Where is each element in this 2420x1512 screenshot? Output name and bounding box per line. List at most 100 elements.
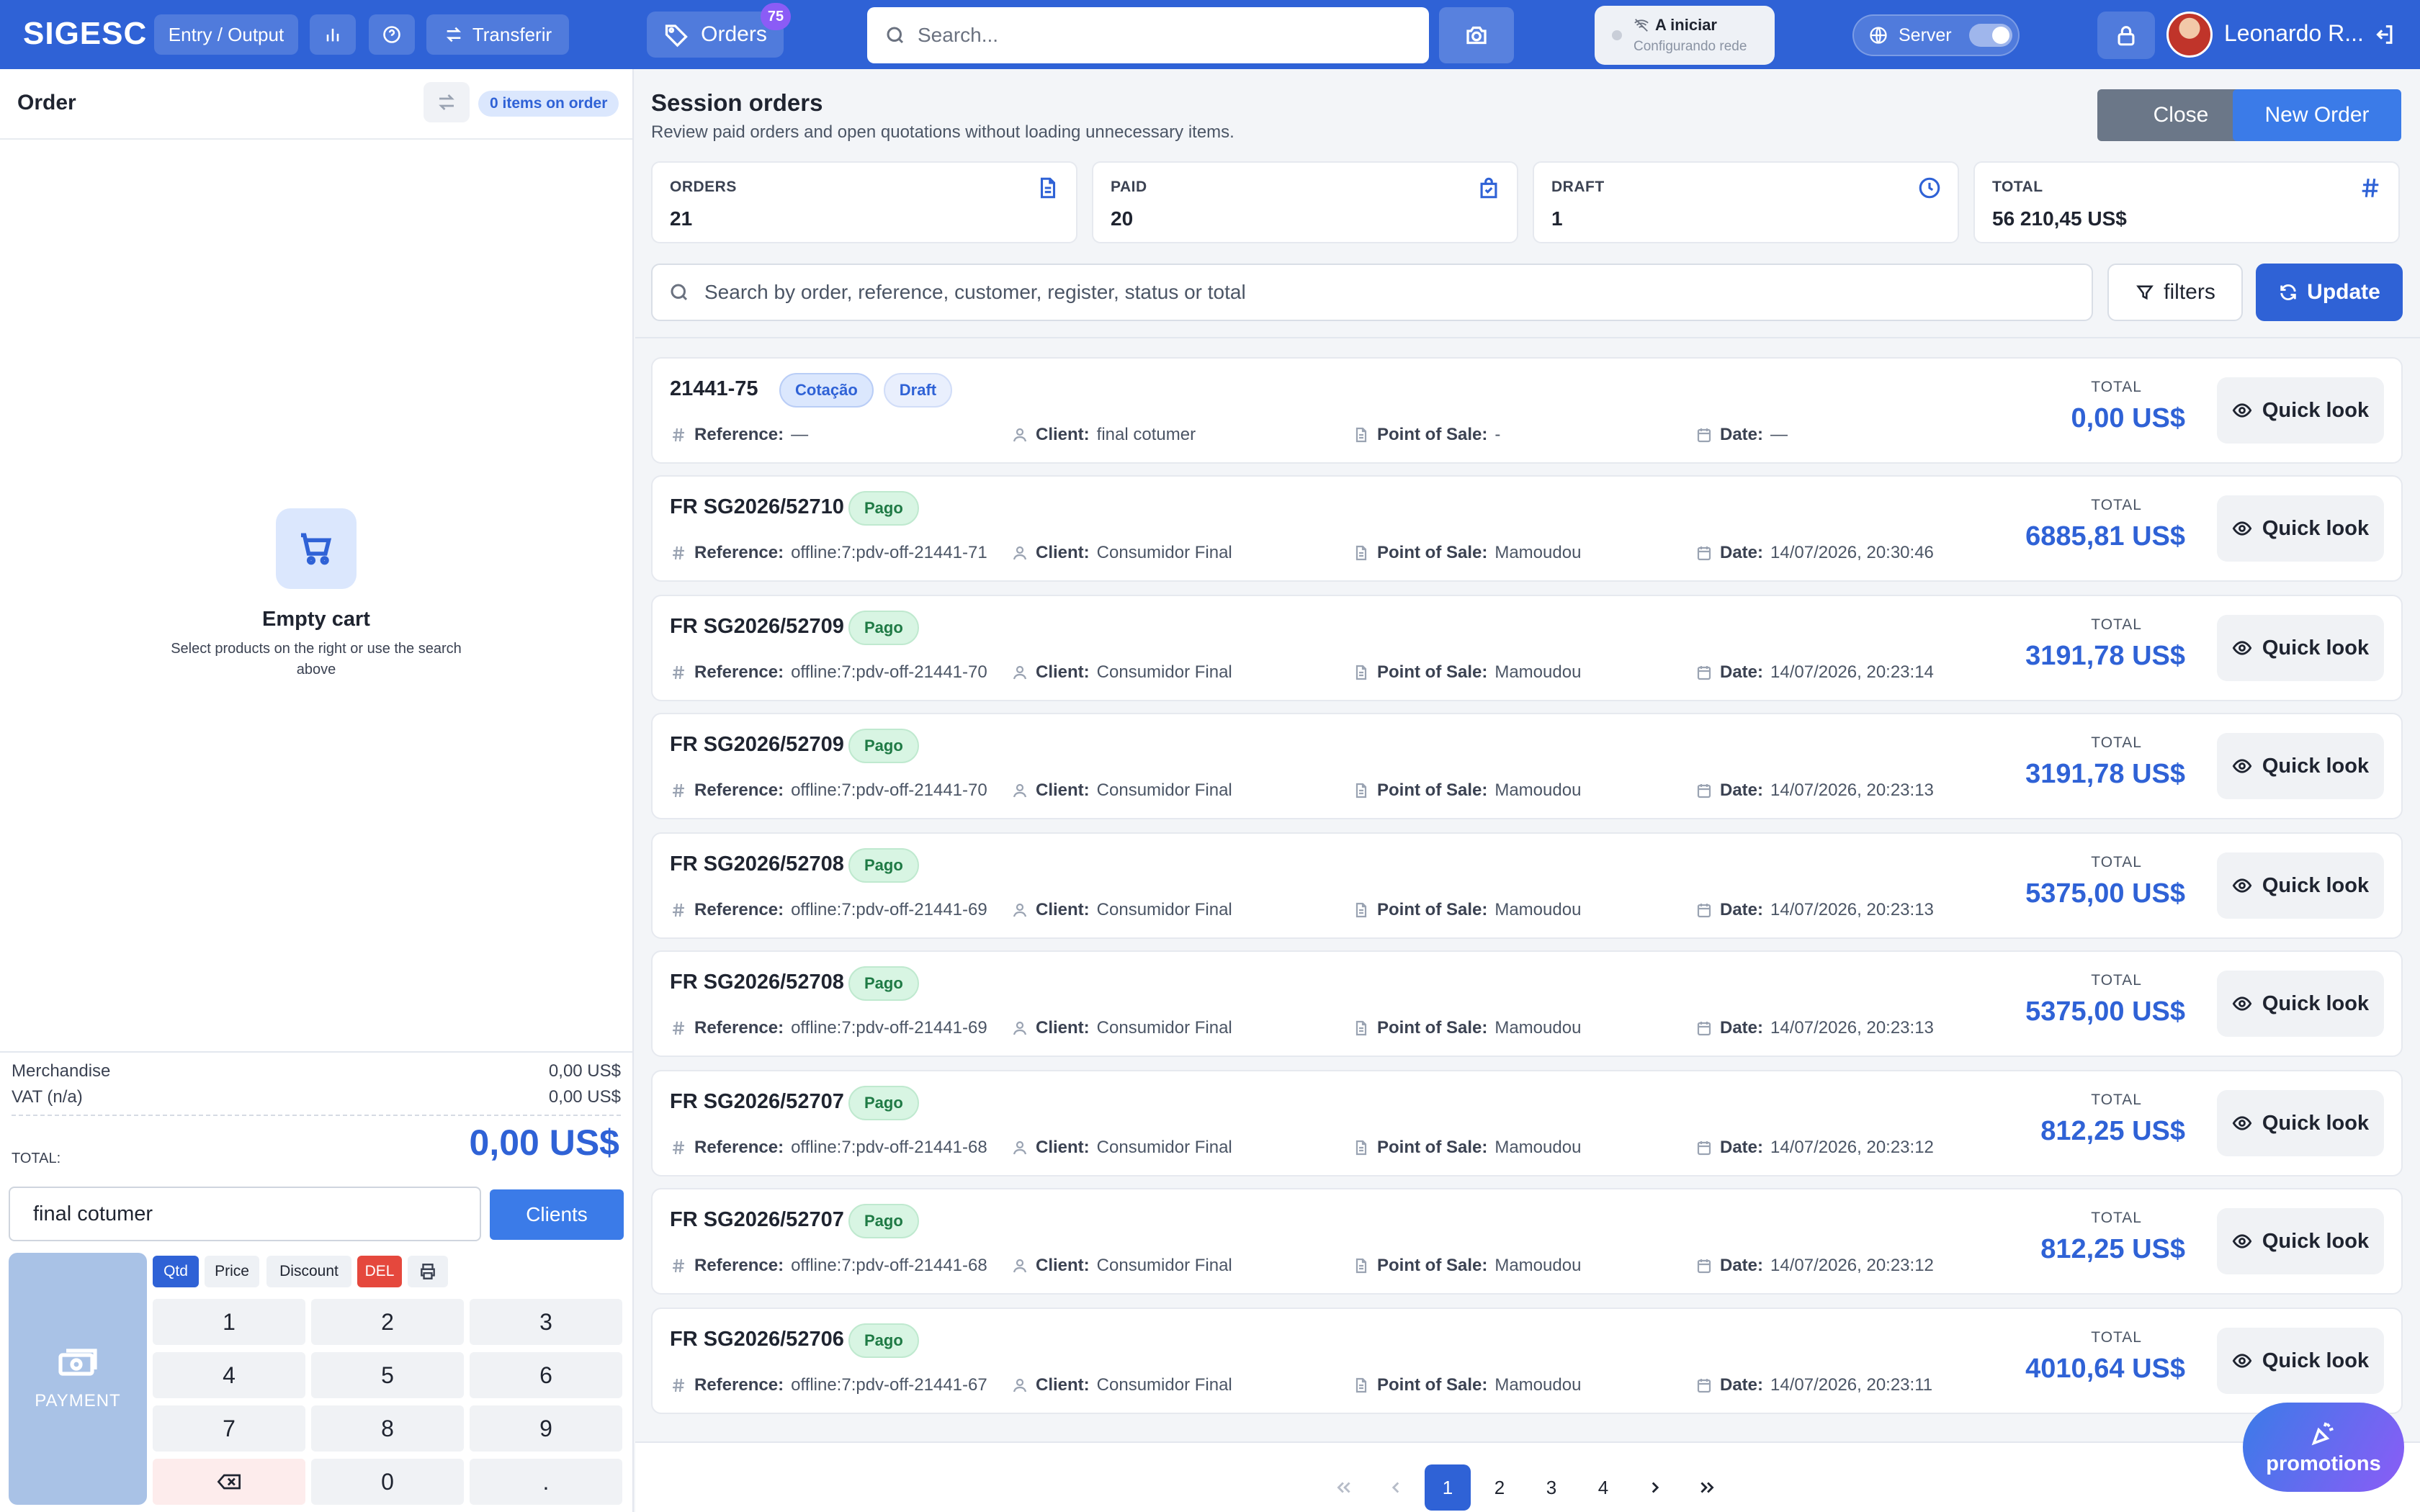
- quick-look-button[interactable]: Quick look: [2217, 377, 2384, 444]
- keypad-key-1[interactable]: 1: [153, 1299, 305, 1345]
- globe-icon: [1870, 27, 1887, 44]
- keypad-key-3[interactable]: 3: [470, 1299, 622, 1345]
- keypad-key-9[interactable]: 9: [470, 1405, 622, 1452]
- clients-button[interactable]: Clients: [490, 1189, 624, 1240]
- document-icon: [1355, 665, 1367, 680]
- reports-button[interactable]: [310, 14, 356, 55]
- keypad-key-8[interactable]: 8: [311, 1405, 464, 1452]
- entry-output-button[interactable]: Entry / Output: [154, 14, 298, 55]
- page-button-4[interactable]: 4: [1580, 1464, 1626, 1511]
- transfer-button[interactable]: Transferir: [426, 14, 569, 55]
- keypad-key-decimal[interactable]: .: [470, 1459, 622, 1505]
- pagination: 1 2 3 4: [635, 1441, 2420, 1512]
- user-avatar[interactable]: [2166, 12, 2213, 58]
- quick-look-button[interactable]: Quick look: [2217, 852, 2384, 919]
- next-page-button[interactable]: [1632, 1464, 1678, 1511]
- swap-order-button[interactable]: [424, 82, 470, 122]
- document-icon: [1355, 545, 1367, 561]
- camera-scan-button[interactable]: [1439, 7, 1514, 63]
- page-button-1[interactable]: 1: [1425, 1464, 1471, 1511]
- quick-look-label: Quick look: [2262, 754, 2370, 778]
- server-toggle[interactable]: Server: [1852, 14, 2020, 56]
- status-badge: Pago: [848, 1086, 919, 1120]
- app-logo[interactable]: SIGESC: [23, 16, 147, 52]
- date-value: 14/07/2026, 20:23:12: [1770, 1256, 1934, 1275]
- first-page-button[interactable]: [1321, 1464, 1367, 1511]
- calendar-icon: [1697, 1141, 1711, 1156]
- promotions-button[interactable]: promotions: [2243, 1403, 2404, 1492]
- update-button[interactable]: Update: [2256, 264, 2403, 321]
- quick-look-button[interactable]: Quick look: [2217, 1328, 2384, 1394]
- quick-look-button[interactable]: Quick look: [2217, 733, 2384, 799]
- empty-cart-subtitle: Select products on the right or use the …: [171, 641, 462, 678]
- hash-icon: [673, 1378, 684, 1392]
- quick-look-button[interactable]: Quick look: [2217, 615, 2384, 681]
- quick-look-button[interactable]: Quick look: [2217, 495, 2384, 562]
- order-reference: Reference: offline:7:pdv-off-21441-70: [670, 780, 987, 801]
- eye-icon: [2232, 641, 2252, 655]
- last-page-button[interactable]: [1684, 1464, 1730, 1511]
- client-field[interactable]: final cotumer: [9, 1187, 481, 1241]
- pos-value: Mamoudou: [1494, 1375, 1582, 1395]
- user-name[interactable]: Leonardo R...: [2224, 20, 2364, 47]
- order-id: FR SG2026/52709: [670, 615, 844, 638]
- order-card[interactable]: FR SG2026/52709 Pago Reference: offline:7…: [651, 713, 2403, 819]
- user-icon: [1013, 546, 1027, 560]
- date-value: 14/07/2026, 20:23:13: [1770, 1018, 1934, 1038]
- date-value: —: [1770, 425, 1788, 444]
- logout-button[interactable]: [2370, 20, 2398, 49]
- user-icon: [1013, 1140, 1027, 1155]
- order-search-input[interactable]: [704, 281, 2073, 304]
- quick-look-button[interactable]: Quick look: [2217, 1208, 2384, 1274]
- mode-price-button[interactable]: Price: [205, 1256, 259, 1287]
- product-search: [867, 7, 1429, 63]
- orders-button[interactable]: Orders 75: [647, 3, 791, 58]
- mode-qtd-button[interactable]: Qtd: [153, 1256, 199, 1287]
- help-button[interactable]: [369, 14, 415, 55]
- order-card[interactable]: FR SG2026/52710 Pago Reference: offline:7…: [651, 475, 2403, 582]
- page-button-2[interactable]: 2: [1476, 1464, 1523, 1511]
- reference-value: offline:7:pdv-off-21441-69: [791, 1018, 987, 1038]
- top-bar: SIGESC Entry / Output Transferir Orders …: [0, 0, 2420, 69]
- merchandise-value: 0,00 US$: [548, 1061, 621, 1081]
- lock-screen-button[interactable]: [2097, 12, 2155, 59]
- transfer-label: Transferir: [472, 23, 552, 45]
- keypad-key-2[interactable]: 2: [311, 1299, 464, 1345]
- order-card[interactable]: FR SG2026/52707 Pago Reference: offline:7…: [651, 1188, 2403, 1295]
- mode-delete-button[interactable]: DEL: [357, 1256, 402, 1287]
- order-total: 6885,81 US$: [2025, 521, 2185, 552]
- order-card[interactable]: FR SG2026/52708 Pago Reference: offline:7…: [651, 832, 2403, 939]
- keypad-backspace[interactable]: [153, 1459, 305, 1505]
- print-button[interactable]: [408, 1256, 448, 1287]
- filters-button[interactable]: filters: [2107, 264, 2243, 321]
- keypad-key-0[interactable]: 0: [311, 1459, 464, 1505]
- keypad-key-6[interactable]: 6: [470, 1352, 622, 1398]
- new-order-button[interactable]: New Order: [2233, 89, 2401, 141]
- order-card[interactable]: 21441-75 Cotação Draft Reference: — Client…: [651, 357, 2403, 464]
- total-value: 0,00 US$: [469, 1122, 619, 1163]
- server-switch[interactable]: [1968, 24, 2012, 47]
- party-popper-icon: [2311, 1421, 2336, 1445]
- payment-button[interactable]: PAYMENT: [9, 1253, 147, 1505]
- order-card[interactable]: FR SG2026/52708 Pago Reference: offline:7…: [651, 950, 2403, 1057]
- keypad-key-5[interactable]: 5: [311, 1352, 464, 1398]
- order-client: Client: Consumidor Final: [1011, 662, 1232, 683]
- order-card[interactable]: FR SG2026/52707 Pago Reference: offline:7…: [651, 1070, 2403, 1176]
- keypad-key-7[interactable]: 7: [153, 1405, 305, 1452]
- prev-page-button[interactable]: [1373, 1464, 1419, 1511]
- eye-icon: [2232, 878, 2252, 893]
- page-button-3[interactable]: 3: [1528, 1464, 1574, 1511]
- keypad-key-4[interactable]: 4: [153, 1352, 305, 1398]
- empty-cart-state: Empty cart Select products on the right …: [0, 508, 632, 680]
- quick-look-button[interactable]: Quick look: [2217, 1090, 2384, 1156]
- calendar-icon: [1697, 1022, 1711, 1036]
- order-card[interactable]: FR SG2026/52706 Pago Reference: offline:7…: [651, 1308, 2403, 1414]
- network-status[interactable]: A iniciar Configurando rede: [1595, 6, 1775, 65]
- product-search-input[interactable]: [918, 24, 1379, 47]
- order-card[interactable]: FR SG2026/52709 Pago Reference: offline:7…: [651, 595, 2403, 701]
- mode-discount-button[interactable]: Discount: [266, 1256, 351, 1287]
- client-label: Client:: [1036, 1256, 1090, 1275]
- calendar-icon: [1697, 904, 1711, 918]
- order-point-of-sale: Point of Sale: Mamoudou: [1353, 1375, 1581, 1395]
- quick-look-button[interactable]: Quick look: [2217, 971, 2384, 1037]
